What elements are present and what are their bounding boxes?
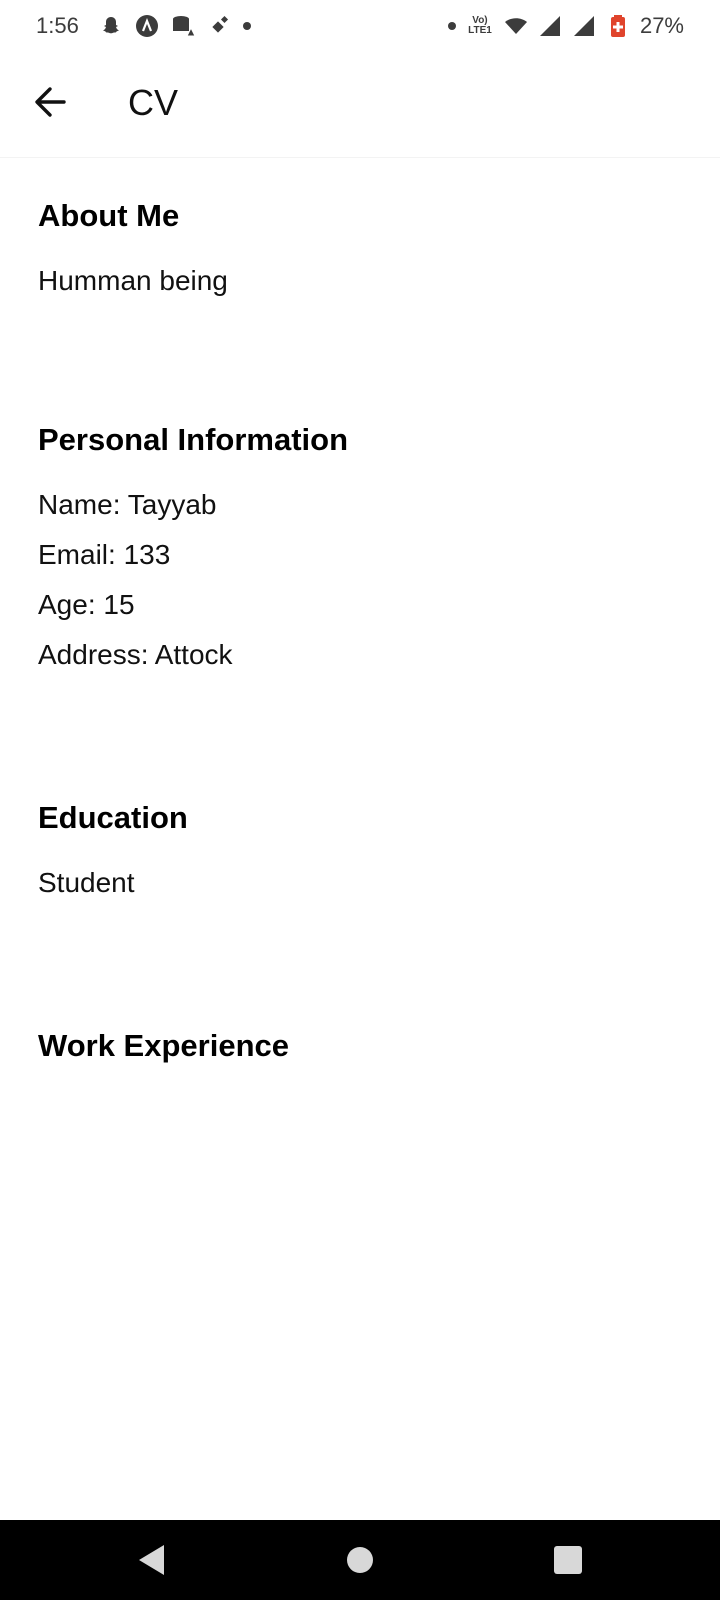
section-heading-personal: Personal Information [38, 422, 349, 457]
section-heading-work: Work Experience [38, 1028, 289, 1063]
volte-icon: Vo) LTE1 [466, 16, 494, 36]
nav-back-button[interactable] [92, 1520, 212, 1600]
square-recents-icon [554, 1546, 582, 1574]
about-text: Humman being [38, 265, 228, 296]
back-button[interactable] [22, 74, 78, 130]
personal-address: Address: Attock [38, 639, 233, 670]
notification-dot [242, 22, 251, 30]
satellite-icon [207, 14, 231, 38]
section-work: Work Experience [38, 1026, 289, 1066]
notification-app-icon [135, 14, 159, 38]
personal-email: Email: 133 [38, 539, 171, 570]
section-about: About Me Humman being [38, 196, 228, 306]
circle-home-icon [347, 1547, 373, 1573]
section-education: Education Student [38, 798, 188, 908]
volte-line2: LTE1 [468, 25, 492, 36]
signal-icon [538, 14, 562, 38]
wifi-icon [504, 14, 528, 38]
status-bar: 1:56 Vo) LTE1 27% [0, 0, 720, 52]
section-heading-education: Education [38, 800, 188, 835]
battery-percent: 27% [639, 13, 684, 38]
triangle-back-icon [139, 1545, 164, 1575]
arrow-left-icon [35, 87, 66, 117]
cv-content: About Me Humman being Personal Informati… [0, 158, 720, 1520]
section-body-about: Humman being [38, 256, 228, 306]
education-text: Student [38, 867, 135, 898]
notification-dot [447, 22, 456, 30]
page-title: CV [128, 82, 179, 123]
status-left: 1:56 [36, 13, 251, 39]
section-body-education: Student [38, 858, 188, 908]
app-bar: CV [0, 52, 720, 158]
database-warning-icon [171, 14, 196, 38]
personal-age: Age: 15 [38, 589, 135, 620]
nav-recents-button[interactable] [508, 1520, 628, 1600]
section-personal: Personal Information Name: Tayyab Email:… [38, 420, 348, 680]
status-right: Vo) LTE1 27% [447, 13, 684, 39]
battery-icon [606, 14, 630, 38]
personal-name: Name: Tayyab [38, 489, 217, 520]
status-time: 1:56 [36, 13, 79, 38]
section-heading-about: About Me [38, 198, 180, 233]
snapchat-icon [99, 14, 123, 38]
nav-home-button[interactable] [300, 1520, 420, 1600]
system-nav-bar [0, 1520, 720, 1600]
signal-icon [572, 14, 596, 38]
section-body-personal: Name: Tayyab Email: 133 Age: 15 Address:… [38, 480, 348, 680]
